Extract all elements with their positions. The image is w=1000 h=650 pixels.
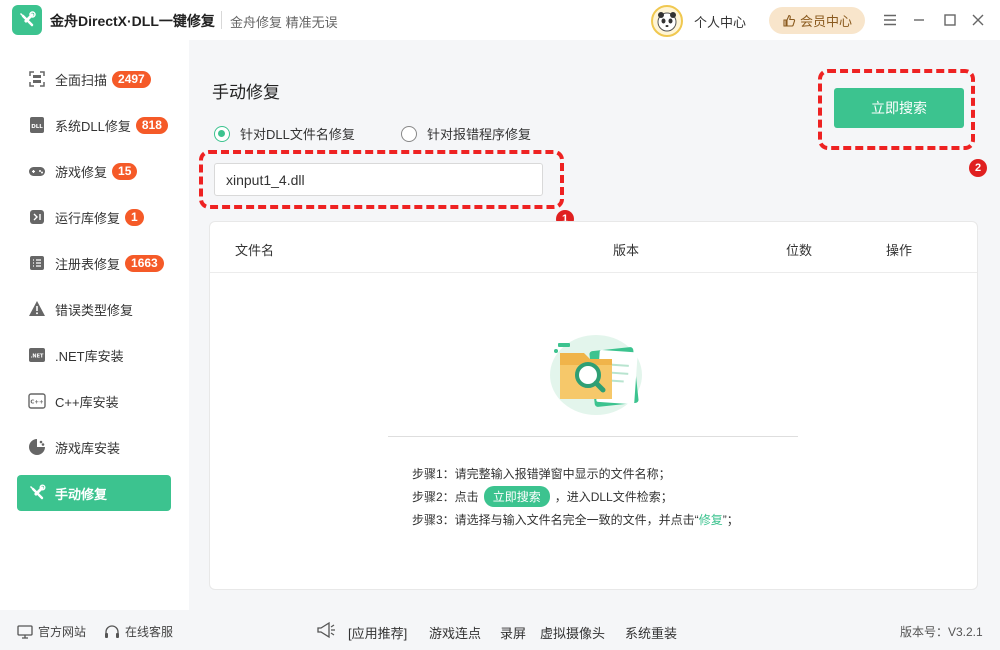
count-badge: 1: [125, 208, 144, 226]
footer-link-system-reinstall[interactable]: 系统重装: [625, 623, 677, 642]
radio-program-label: 针对报错程序修复: [427, 127, 532, 142]
vip-center-label: 会员中心: [799, 14, 852, 29]
sidebar-item-label: 注册表修复: [55, 256, 121, 272]
step-3-prefix: 步骤3：请选择与输入文件名完全一致的文件，并点击“: [412, 513, 699, 527]
annotation-marker-2: 2: [969, 159, 987, 177]
gamepad-icon: [28, 162, 46, 180]
minimize-icon[interactable]: [909, 10, 929, 30]
header-divider: [210, 272, 977, 273]
title-divider: [221, 11, 222, 29]
count-badge: 1663: [125, 254, 164, 272]
dll-filename-input[interactable]: [214, 163, 543, 196]
sidebar-item-label: 游戏修复: [55, 164, 108, 180]
official-site-label: 官方网站: [38, 625, 87, 639]
sidebar-item-label: 全面扫描: [55, 72, 108, 88]
sidebar-item-label: 手动修复: [55, 486, 108, 502]
panda-avatar-icon: [657, 12, 677, 32]
page-title: 手动修复: [212, 83, 280, 102]
column-header-filename: 文件名: [235, 243, 275, 258]
avatar[interactable]: [651, 5, 683, 37]
sidebar-item-cpp-install[interactable]: C++ C++库安装: [17, 383, 171, 419]
svg-text:DLL: DLL: [31, 124, 43, 130]
monitor-icon: [17, 624, 33, 639]
sidebar-item-game-lib-install[interactable]: 游戏库安装: [17, 429, 171, 465]
app-slogan: 金舟修复 精准无误: [230, 15, 338, 30]
step-3-suffix: ”；: [722, 513, 739, 527]
column-header-bits: 位数: [786, 243, 813, 258]
registry-icon: [28, 254, 46, 272]
sidebar-item-label: 游戏库安装: [55, 440, 121, 456]
footer: 官方网站 在线客服 [应用推荐] 游戏连点 录屏 虚拟摄像头 系统重装 版本号：…: [0, 610, 1000, 650]
count-badge: 2497: [112, 70, 151, 88]
step-1-text: 步骤1：请完整输入报错弹窗中显示的文件名称；: [412, 465, 671, 482]
step-2-text: 步骤2：点击 立即搜索 ，进入DLL文件检索；: [412, 486, 673, 507]
sidebar-item-dotnet-install[interactable]: .NET .NET库安装: [17, 337, 171, 373]
app-recommend-label: [应用推荐]: [348, 626, 408, 641]
maximize-icon[interactable]: [940, 10, 960, 30]
svg-text:C++: C++: [30, 400, 44, 406]
step-2-prefix: 步骤2：点击: [412, 490, 479, 504]
radio-dll-filename[interactable]: 针对DLL文件名修复: [214, 124, 355, 143]
svg-text:.NET: .NET: [31, 354, 44, 360]
menu-icon[interactable]: [880, 10, 900, 30]
count-badge: 15: [112, 162, 138, 180]
personal-center-link[interactable]: 个人中心: [694, 12, 746, 31]
official-site-link[interactable]: 官方网站: [17, 623, 86, 640]
app-logo-icon: [12, 5, 42, 35]
sidebar-item-label: C++库安装: [55, 394, 119, 410]
sidebar-item-label: .NET库安装: [55, 348, 124, 364]
content-divider: [388, 436, 798, 437]
footer-link-auto-clicker[interactable]: 游戏连点: [429, 623, 481, 642]
thumbs-up-icon: [783, 14, 796, 27]
title-bar: 金舟DirectX·DLL一键修复 金舟修复 精准无误 个人中心 会员中心: [0, 0, 1000, 40]
tools-icon: [28, 484, 46, 502]
online-service-label: 在线客服: [125, 625, 174, 639]
sidebar-item-label: 运行库修复: [55, 210, 121, 226]
radio-unchecked-indicator[interactable]: [401, 125, 417, 142]
megaphone-icon: [316, 621, 336, 639]
app-title: 金舟DirectX·DLL一键修复: [50, 13, 215, 29]
radio-error-program[interactable]: 针对报错程序修复: [401, 124, 531, 143]
sidebar-item-runtime-repair[interactable]: 运行库修复 1: [17, 199, 171, 235]
sidebar-item-full-scan[interactable]: 全面扫描 2497: [17, 61, 171, 97]
step-3-text: 步骤3：请选择与输入文件名完全一致的文件，并点击“ 修复 ”；: [412, 511, 739, 528]
sidebar-item-error-type[interactable]: 错误类型修复: [17, 291, 171, 327]
close-icon[interactable]: [968, 10, 988, 30]
sidebar-item-label: 系统DLL修复: [55, 118, 131, 134]
folder-search-icon: [550, 335, 642, 415]
column-header-version: 版本: [613, 243, 640, 258]
result-table: 文件名 版本 位数 操作 步骤1：请完整输入报错弹窗中显示的文件名称； 步骤2：…: [209, 221, 978, 590]
vip-center-button[interactable]: 会员中心: [769, 7, 865, 34]
empty-state-illustration: [546, 325, 646, 417]
search-now-button[interactable]: 立即搜索: [834, 88, 964, 128]
step-2-search-button[interactable]: 立即搜索: [483, 486, 550, 507]
warning-icon: [28, 300, 46, 318]
sidebar-item-system-dll[interactable]: DLL 系统DLL修复 818: [17, 107, 171, 143]
sidebar-item-registry-repair[interactable]: 注册表修复 1663: [17, 245, 171, 281]
footer-link-virtual-camera[interactable]: 虚拟摄像头: [540, 623, 605, 642]
game-lib-icon: [28, 438, 46, 456]
step-2-suffix: ，进入DLL文件检索；: [554, 490, 673, 504]
cpp-icon: C++: [28, 392, 46, 410]
sidebar-item-manual-repair[interactable]: 手动修复: [17, 475, 171, 511]
step-3-highlight: 修复: [698, 513, 723, 527]
radio-dll-label: 针对DLL文件名修复: [240, 127, 355, 142]
scan-icon: [28, 70, 46, 88]
version-label: 版本号：V3.2.1: [900, 625, 983, 639]
column-header-action: 操作: [886, 243, 913, 258]
dll-icon: DLL: [28, 116, 46, 134]
dotnet-icon: .NET: [28, 346, 46, 364]
step-1-label: 步骤1：请完整输入报错弹窗中显示的文件名称；: [412, 467, 671, 481]
online-service-link[interactable]: 在线客服: [104, 623, 173, 640]
radio-checked-indicator[interactable]: [214, 125, 230, 142]
count-badge: 818: [135, 116, 168, 134]
sidebar-item-label: 错误类型修复: [55, 302, 134, 318]
sidebar-item-game-repair[interactable]: 游戏修复 15: [17, 153, 171, 189]
headset-icon: [105, 624, 119, 638]
runtime-icon: [28, 208, 46, 226]
footer-link-screen-record[interactable]: 录屏: [500, 623, 526, 642]
